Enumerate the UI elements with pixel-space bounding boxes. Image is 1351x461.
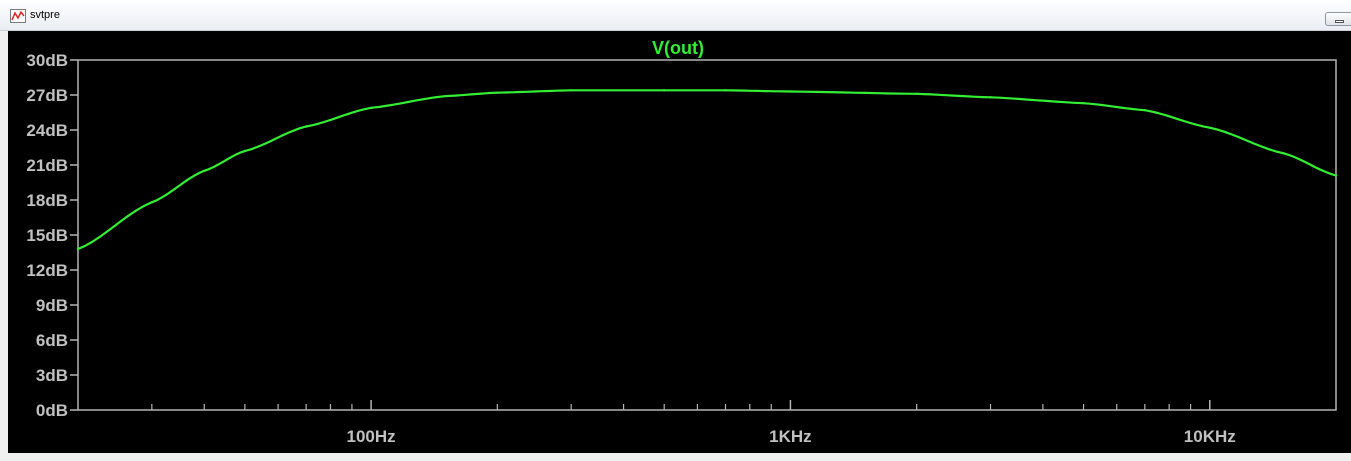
trace-point [443, 94, 447, 98]
y-tick-label: 6dB [36, 331, 68, 350]
trace-point [663, 89, 666, 92]
trace-point [989, 96, 992, 99]
window-title: svtpre [30, 9, 60, 21]
trace-point [369, 106, 373, 110]
trace-point [203, 169, 206, 173]
y-tick-label: 24dB [26, 121, 68, 140]
window-bottom-edge [0, 453, 1351, 461]
y-tick-label: 27dB [26, 86, 68, 105]
trace-point [1208, 126, 1211, 129]
bode-plot[interactable]: 30dB 27dB 24dB 21dB 18dB 15dB 12dB 9dB 6dB 3dB 0dB… [8, 31, 1351, 453]
window-titlebar: svtpre [0, 0, 1351, 31]
x-tick-label: 100Hz [347, 427, 396, 446]
waveform-app-icon [10, 9, 26, 23]
trace-point [304, 125, 308, 128]
y-tick-label: 30dB [26, 51, 68, 70]
trace-point [915, 92, 918, 96]
trace-point [1282, 152, 1285, 155]
y-tick-label: 21dB [26, 156, 68, 175]
x-tick-label: 1KHz [769, 427, 812, 446]
y-tick-label: 15dB [26, 226, 68, 245]
plot-pane[interactable]: 30dB 27dB 24dB 21dB 18dB 15dB 12dB 9dB 6dB 3dB 0dB… [8, 31, 1351, 453]
y-tick-label: 18dB [26, 191, 68, 210]
y-tick-label: 9dB [36, 296, 68, 315]
y-tick-label: 0dB [36, 401, 68, 420]
trace-point [1082, 101, 1085, 105]
x-tick-label: 10KHz [1184, 427, 1236, 446]
y-tick-label: 12dB [26, 261, 68, 280]
trace-point [789, 90, 792, 93]
trace-point [1334, 174, 1338, 177]
trace-point [569, 89, 573, 92]
trace-point [150, 201, 154, 204]
trace-point [496, 91, 499, 94]
trace-title[interactable]: V(out) [652, 38, 704, 58]
trace-point [243, 149, 247, 153]
plot-frame [77, 59, 1337, 411]
y-tick-label: 3dB [36, 366, 68, 385]
trace-point [1143, 108, 1147, 112]
minimize-button[interactable] [1325, 12, 1351, 26]
trace-line-v-out[interactable] [77, 89, 1337, 251]
trace-point [76, 247, 80, 251]
trace-point [724, 89, 727, 92]
minimize-icon [1335, 20, 1344, 23]
